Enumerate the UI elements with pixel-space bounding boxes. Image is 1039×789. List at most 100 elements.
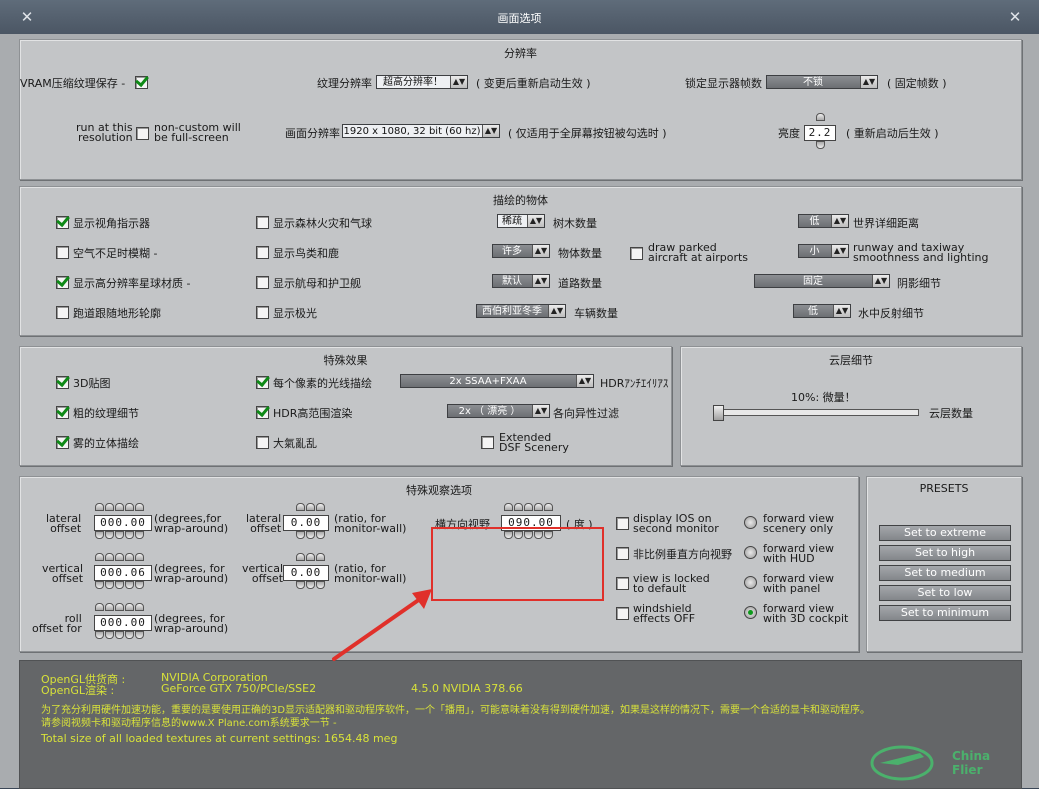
preset-extreme-button[interactable]: Set to extreme <box>879 525 1011 541</box>
clouds-panel: 云层细节 10%: 微量！ 云层数量 <box>680 346 1022 466</box>
chevron-down-icon: ▲▼ <box>482 125 499 137</box>
roads-dropdown[interactable]: 默认 ▲▼ <box>492 274 550 288</box>
cars-dropdown[interactable]: 西伯利亚冬季 ▲▼ <box>476 304 566 318</box>
forest-fire-label: 显示森林火灾和气球 <box>273 217 372 230</box>
fov-highlight-box <box>431 527 604 601</box>
taxiway-label: runway and taxiway smoothness and lighti… <box>853 241 989 264</box>
clouds-slider-handle[interactable] <box>713 405 724 421</box>
run-res-checkbox[interactable] <box>136 127 149 140</box>
preset-medium-button[interactable]: Set to medium <box>879 565 1011 581</box>
per-pixel-lighting-checkbox[interactable] <box>256 376 269 389</box>
show-view-checkbox[interactable] <box>56 216 69 229</box>
antialias-dropdown[interactable]: 2x SSAA+FXAA ▲▼ <box>400 374 594 388</box>
roll-offset-down-spinners[interactable] <box>95 631 144 639</box>
brightness-field[interactable]: 2.2 <box>804 125 836 141</box>
runway-terrain-checkbox[interactable] <box>56 306 69 319</box>
non-proportional-fov-label: 非比例垂直方向视野 <box>633 548 732 561</box>
taxiway-dropdown[interactable]: 小 ▲▼ <box>798 244 849 258</box>
hdr-checkbox[interactable] <box>256 406 269 419</box>
forward-scenery-label: forward view scenery only <box>763 512 835 535</box>
opengl-renderer-label: OpenGL渲染 : <box>41 684 115 697</box>
lateral-offset-field[interactable]: 000.00 <box>94 515 152 531</box>
vertical-ratio-label: vertical offset <box>242 562 284 585</box>
objects-panel: 描绘的物体 显示视角指示器 空气不足时模糊 - 显示高分辨率星球材质 - 跑道跟… <box>19 186 1022 336</box>
forward-panel-radio[interactable] <box>744 576 757 589</box>
airplane-logo-icon <box>870 745 934 781</box>
vertical-ratio-up-spinners[interactable] <box>296 553 325 561</box>
3d-texture-label: 3D贴图 <box>73 377 111 390</box>
vertical-offset-field[interactable]: 000.06 <box>94 565 152 581</box>
non-proportional-fov-checkbox[interactable] <box>616 547 629 560</box>
screen-res-label: 画面分辨率 <box>285 127 340 140</box>
world-detail-dropdown[interactable]: 低 ▲▼ <box>798 214 849 228</box>
view-title: 特殊观察选项 <box>406 484 472 497</box>
title-bar: ✕ 画面选项 ✕ <box>0 0 1039 35</box>
texture-res-value: 超高分辨率！ <box>383 77 443 88</box>
anisotropic-dropdown[interactable]: 2x （ 漂亮 ） ▲▼ <box>447 404 550 418</box>
water-dropdown[interactable]: 低 ▲▼ <box>793 304 851 318</box>
run-res-label: run at this resolution <box>76 121 133 144</box>
brightness-up-spinner[interactable] <box>816 113 825 121</box>
close-icon-right[interactable]: ✕ <box>1007 9 1023 25</box>
world-detail-value: 低 <box>809 216 820 227</box>
brightness-note: ( 重新启动后生效 ) <box>846 127 939 140</box>
volumetric-fog-checkbox[interactable] <box>56 436 69 449</box>
lock-fps-dropdown[interactable]: 不锁 ▲▼ <box>766 75 878 89</box>
lateral-ratio-down-spinners[interactable] <box>296 531 325 539</box>
coarse-texture-checkbox[interactable] <box>56 406 69 419</box>
hires-planet-checkbox[interactable] <box>56 276 69 289</box>
view-locked-label: view is locked to default <box>633 572 710 595</box>
extended-dsf-checkbox[interactable] <box>481 436 494 449</box>
air-blur-checkbox[interactable] <box>56 246 69 259</box>
brightness-down-spinner[interactable] <box>816 141 825 149</box>
lateral-offset-down-spinners[interactable] <box>95 531 144 539</box>
forward-scenery-radio[interactable] <box>744 516 757 529</box>
aurora-checkbox[interactable] <box>256 306 269 319</box>
parked-aircraft-label: draw parked aircraft at airports <box>648 241 749 264</box>
vertical-offset-up-spinners[interactable] <box>95 553 144 561</box>
windshield-effects-checkbox[interactable] <box>616 607 629 620</box>
chevron-down-icon: ▲▼ <box>548 305 565 317</box>
roll-offset-unit: (degrees, for wrap-around) <box>154 612 229 635</box>
chevron-down-icon: ▲▼ <box>860 76 877 88</box>
parked-aircraft-checkbox[interactable] <box>630 247 643 260</box>
forest-fire-checkbox[interactable] <box>256 216 269 229</box>
taxiway-value: 小 <box>809 246 820 257</box>
roll-offset-field[interactable]: 000.00 <box>94 615 152 631</box>
ios-second-monitor-checkbox[interactable] <box>616 517 629 530</box>
brightness-label: 亮度 <box>778 127 800 140</box>
lateral-offset-up-spinners[interactable] <box>95 503 144 511</box>
screen-res-dropdown[interactable]: 1920 x 1080, 32 bit (60 hz) ▲▼ <box>342 124 500 138</box>
view-locked-checkbox[interactable] <box>616 577 629 590</box>
vram-label: VRAM压缩纹理保存 - <box>20 77 126 90</box>
vram-checkbox[interactable] <box>135 76 148 89</box>
3d-texture-checkbox[interactable] <box>56 376 69 389</box>
clouds-slider-track[interactable] <box>717 409 919 416</box>
birds-checkbox[interactable] <box>256 246 269 259</box>
fov-up-spinners[interactable] <box>504 503 553 511</box>
preset-low-button[interactable]: Set to low <box>879 585 1011 601</box>
preset-minimum-button[interactable]: Set to minimum <box>879 605 1011 621</box>
turbulence-checkbox[interactable] <box>256 436 269 449</box>
screen-res-note: ( 仅适用于全屏幕按钮被勾选时 ) <box>508 127 667 140</box>
preset-high-button[interactable]: Set to high <box>879 545 1011 561</box>
forward-cockpit-radio[interactable] <box>744 606 757 619</box>
forward-hud-radio[interactable] <box>744 546 757 559</box>
shadow-dropdown[interactable]: 固定 ▲▼ <box>754 274 890 288</box>
trees-dropdown[interactable]: 稀疏 ▲▼ <box>497 214 545 228</box>
roll-offset-up-spinners[interactable] <box>95 603 144 611</box>
vertical-offset-label: vertical offset <box>42 562 84 585</box>
lateral-ratio-field[interactable]: 0.00 <box>283 515 329 531</box>
effects-panel: 特殊效果 3D贴图 粗的纹理细节 雾的立体描绘 每个像素的光线描绘 HDR高范围… <box>19 346 672 466</box>
air-blur-label: 空气不足时模糊 - <box>73 247 158 260</box>
texture-res-dropdown[interactable]: 超高分辨率！ ▲▼ <box>376 75 468 89</box>
chevron-down-icon: ▲▼ <box>527 215 544 227</box>
objects-density-dropdown[interactable]: 许多 ▲▼ <box>492 244 550 258</box>
lateral-ratio-up-spinners[interactable] <box>296 503 325 511</box>
anisotropic-label: 各向异性过滤 <box>553 407 619 420</box>
cars-label: 车辆数量 <box>574 307 618 320</box>
info-line-2: 请参阅视频卡和驱动程序信息的www.X Plane.com系统要求一节 - <box>41 718 337 729</box>
vertical-offset-down-spinners[interactable] <box>95 581 144 589</box>
carrier-checkbox[interactable] <box>256 276 269 289</box>
objects-title: 描绘的物体 <box>493 194 548 207</box>
